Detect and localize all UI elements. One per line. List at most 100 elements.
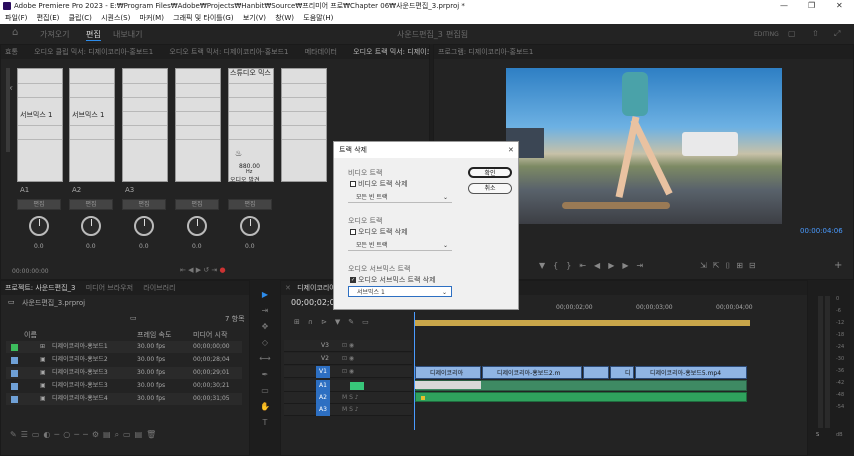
program-monitor-title[interactable]: 프로그램: 디제이코리아-홍보드1: [434, 45, 853, 59]
timeline-clip-1[interactable]: 디제이코리아: [415, 366, 481, 379]
dialog-close-button[interactable]: ✕: [508, 142, 514, 158]
track-toggle-icon[interactable]: ⊡ ◉: [342, 353, 354, 365]
menu-window[interactable]: 창(W): [275, 14, 294, 22]
track-toggle-icon[interactable]: ⊡ ◉: [342, 366, 354, 378]
track-header-v2[interactable]: V2 ⊡ ◉: [284, 353, 412, 365]
timeline-clip-5[interactable]: 디제이코리아-홍보드5.mp4: [635, 366, 747, 379]
ripple-edit-tool-icon[interactable]: ✥: [259, 322, 271, 332]
checkbox-box[interactable]: [350, 181, 356, 187]
track-mic-icon[interactable]: M S ♪: [342, 404, 359, 416]
pan-knob-1[interactable]: [29, 216, 49, 236]
menu-edit[interactable]: 편집(E): [37, 14, 60, 22]
menu-sequence[interactable]: 시퀀스(S): [101, 14, 130, 22]
timeline-tool-buttons[interactable]: ⊞∩⊳▼✎▭: [294, 318, 377, 326]
edit-button-1[interactable]: 편집: [17, 199, 61, 210]
program-video-frame[interactable]: [506, 68, 782, 224]
pan-knob-2[interactable]: [81, 216, 101, 236]
timeline-clip-2[interactable]: 디제이코리아-홍보드2.m: [482, 366, 582, 379]
ok-button[interactable]: 확인: [468, 167, 512, 178]
column-name[interactable]: 이름: [24, 330, 37, 340]
close-sequence-icon[interactable]: ✕: [285, 284, 291, 292]
menu-view[interactable]: 보기(V): [243, 14, 266, 22]
share-icon[interactable]: ⇧: [812, 29, 819, 38]
mixer-transport-controls[interactable]: ⇤ ◀ ▶ ↺ ⇥ ●: [180, 266, 226, 274]
track-header-a1[interactable]: A1: [284, 380, 412, 392]
edit-button-5[interactable]: 편집: [228, 199, 272, 210]
submix-route-label[interactable]: 서브믹스 1: [72, 110, 104, 120]
audio-clip-a1-selected[interactable]: [415, 381, 481, 389]
razor-tool-icon[interactable]: ◇: [259, 338, 271, 348]
checkbox-box[interactable]: [350, 229, 356, 235]
submix-select[interactable]: 서브믹스 1 ⌄: [348, 286, 452, 297]
track-mic-icon[interactable]: M S ♪: [342, 392, 359, 404]
program-timecode[interactable]: 00:00:04:06: [800, 227, 843, 235]
project-footer-tools[interactable]: ✎☰▭◐─○──⚙▤⌕▭▤🗑: [10, 430, 160, 440]
tab-metadata[interactable]: 메타데이터: [305, 48, 337, 56]
label-color-swatch[interactable]: [11, 344, 18, 351]
column-fps[interactable]: 프레임 속도: [137, 330, 171, 340]
submix-route-label[interactable]: 서브믹스 1: [20, 110, 52, 120]
column-media-start[interactable]: 미디어 시작: [193, 330, 227, 340]
tab-audio-track-mixer-active[interactable]: 오디오 트랙 믹서: 디제이코리아-홍보드1: [353, 48, 429, 56]
pan-knob-5[interactable]: [240, 216, 260, 236]
mixer-timecode[interactable]: 00:00:00:00: [12, 268, 49, 275]
home-icon[interactable]: ⌂: [12, 27, 18, 38]
solo-label[interactable]: S: [816, 432, 819, 438]
tab-audio-clip-mixer[interactable]: 오디오 클립 믹서: 디제이코리아-홍보드1: [34, 48, 153, 56]
video-tracks-select[interactable]: 모든 빈 트랙 ⌄: [348, 192, 452, 203]
delete-video-tracks-checkbox[interactable]: 비디오 트랙 삭제: [350, 179, 457, 189]
delete-submix-tracks-checkbox[interactable]: ✓ 오디오 서브믹스 트랙 삭제: [350, 275, 457, 285]
table-row[interactable]: ⊞ 디제이코리아-홍보드1 30.00 fps 00;00;00;00: [6, 341, 242, 353]
minimize-button[interactable]: —: [780, 0, 788, 12]
tab-edit[interactable]: 편집: [86, 29, 101, 41]
editing-workspace-label[interactable]: EDITING: [754, 31, 779, 38]
menu-marker[interactable]: 마커(M): [140, 14, 164, 22]
label-color-swatch[interactable]: [11, 383, 18, 390]
checkbox-checked[interactable]: ✓: [350, 277, 356, 283]
pen-tool-icon[interactable]: ✒: [259, 370, 271, 380]
pan-knob-4[interactable]: [187, 216, 207, 236]
edit-button-2[interactable]: 편집: [69, 199, 113, 210]
tab-import[interactable]: 가져오기: [40, 29, 69, 40]
label-color-swatch[interactable]: [11, 370, 18, 377]
pan-knob-3[interactable]: [134, 216, 154, 236]
selection-tool-icon[interactable]: ▶: [259, 290, 271, 300]
timeline-clip-4[interactable]: 디: [610, 366, 634, 379]
menu-help[interactable]: 도움말(H): [303, 14, 333, 22]
audio-track-mute-indicator[interactable]: [350, 382, 364, 390]
program-export-buttons[interactable]: ⇲⇱⌷⊞⊟: [700, 261, 762, 271]
rectangle-tool-icon[interactable]: ▭: [259, 386, 271, 396]
tab-project[interactable]: 프로젝트: 사운드편집_3: [5, 284, 76, 292]
timeline-clip-3[interactable]: [583, 366, 609, 379]
track-header-a2[interactable]: A2 M S ♪: [284, 392, 412, 404]
edit-button-3[interactable]: 편집: [122, 199, 166, 210]
table-row[interactable]: ▣ 디제이코리아-홍보드3 30.00 fps 00;00;30;21: [6, 380, 242, 392]
add-button-icon[interactable]: +: [834, 260, 842, 271]
tab-export[interactable]: 내보내기: [113, 29, 142, 40]
hand-tool-icon[interactable]: ✋: [259, 402, 271, 412]
audio-clip-a2[interactable]: [415, 392, 747, 402]
maximize-frame-icon[interactable]: ▢: [788, 29, 796, 38]
menu-graphics[interactable]: 그래픽 및 타이틀(G): [173, 14, 233, 22]
track-header-v3[interactable]: V3 ⊡ ◉: [284, 340, 412, 352]
table-row[interactable]: ▣ 디제이코리아-홍보드2 30.00 fps 00;00;28;04: [6, 354, 242, 366]
close-window-button[interactable]: ✕: [836, 0, 843, 12]
table-row[interactable]: ▣ 디제이코리아-홍보드3 30.00 fps 00;00;29;01: [6, 367, 242, 379]
route-label[interactable]: 스튜디오 믹스: [230, 68, 271, 78]
track-select-tool-icon[interactable]: ⇥: [259, 306, 271, 316]
tab-libraries[interactable]: 라이브러리: [143, 284, 175, 292]
maximize-button[interactable]: ❐: [808, 0, 815, 12]
label-color-swatch[interactable]: [11, 396, 18, 403]
track-header-v1[interactable]: V1 ⊡ ◉: [284, 366, 412, 378]
type-tool-icon[interactable]: T: [259, 418, 271, 428]
track-toggle-icon[interactable]: ⊡ ◉: [342, 340, 354, 352]
table-row[interactable]: ▣ 디제이코리아-홍보드4 30.00 fps 00;00;31;05: [6, 393, 242, 405]
menu-file[interactable]: 파일(F): [5, 14, 27, 22]
effect-route-label[interactable]: 오디오 발견: [230, 175, 260, 184]
edit-button-4[interactable]: 편집: [175, 199, 219, 210]
label-color-swatch[interactable]: [11, 357, 18, 364]
tab-media-browser[interactable]: 미디어 브라우저: [86, 284, 133, 292]
work-area-bar[interactable]: [414, 320, 750, 326]
audio-tracks-select[interactable]: 모든 빈 트랙 ⌄: [348, 240, 452, 251]
menu-clip[interactable]: 클립(C): [69, 14, 92, 22]
